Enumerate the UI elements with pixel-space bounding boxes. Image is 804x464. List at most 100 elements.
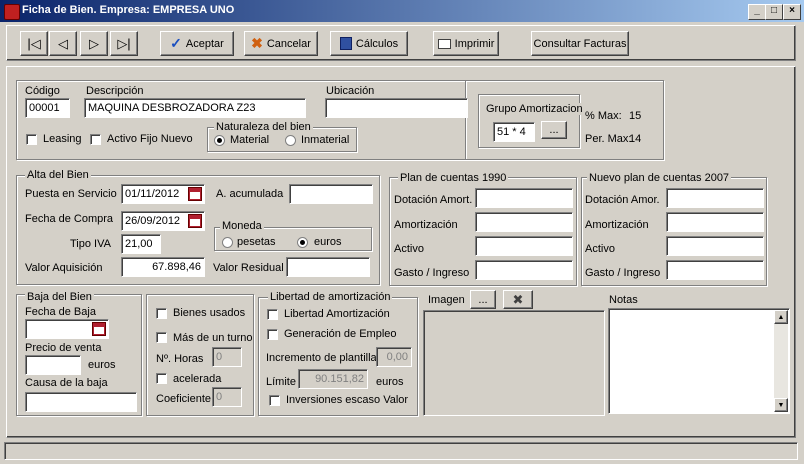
ubicacion-label: Ubicación	[326, 85, 375, 97]
bienes-usados-checkbox[interactable]	[156, 308, 167, 319]
notas-scroll-down[interactable]: ▼	[774, 398, 788, 412]
inmaterial-radio[interactable]	[285, 135, 296, 146]
activo-fijo-label: Activo Fijo Nuevo	[107, 133, 193, 145]
puesta-field[interactable]: 01/11/2012	[121, 184, 205, 204]
notas-textarea[interactable]	[608, 308, 790, 414]
compra-field[interactable]: 26/09/2012	[121, 211, 205, 231]
calendar-icon[interactable]	[92, 322, 106, 336]
material-radio[interactable]	[214, 135, 225, 146]
plan1990-gasto-label: Gasto / Ingreso	[394, 267, 470, 279]
grupo-title: Grupo Amortizacion	[484, 103, 585, 115]
plan2007-activo-field[interactable]	[666, 236, 764, 256]
alta-title: Alta del Bien	[25, 169, 91, 181]
calendar-icon[interactable]	[188, 187, 202, 201]
libertad-checkbox[interactable]	[267, 309, 278, 320]
printer-icon	[437, 38, 451, 49]
pmax-label: % Max:	[585, 110, 622, 122]
material-label: Material	[230, 134, 270, 146]
acelerada-checkbox[interactable]	[156, 373, 167, 384]
calculos-button[interactable]: Cálculos	[330, 31, 408, 56]
precio-euros-label: euros	[88, 359, 116, 371]
permax-label: Per. Max:	[585, 133, 632, 145]
horas-field[interactable]: 0	[212, 347, 242, 367]
imagen-clear-button[interactable]: ✖	[503, 290, 533, 309]
cancelar-button[interactable]: ✖ Cancelar	[244, 31, 318, 56]
precio-label: Precio de venta	[25, 342, 102, 354]
activo-fijo-checkbox[interactable]	[90, 134, 101, 145]
leasing-checkbox[interactable]	[26, 134, 37, 145]
moneda-title: Moneda	[220, 220, 264, 232]
plan2007-title: Nuevo plan de cuentas 2007	[587, 172, 732, 184]
valor-field[interactable]: 67.898,46	[121, 257, 205, 277]
cancelar-label: Cancelar	[266, 37, 311, 50]
close-button[interactable]: ×	[783, 4, 801, 20]
grupo-browse-button[interactable]: ...	[541, 121, 567, 139]
calculos-label: Cálculos	[355, 37, 399, 50]
residual-label: Valor Residual	[213, 262, 284, 274]
plan2007-gasto-label: Gasto / Ingreso	[585, 267, 661, 279]
plan1990-activo-field[interactable]	[475, 236, 573, 256]
puesta-value: 01/11/2012	[125, 188, 180, 200]
plan2007-gasto-field[interactable]	[666, 260, 764, 280]
codigo-field[interactable]: 00001	[25, 98, 70, 118]
check-icon: ✓	[170, 35, 182, 51]
plan2007-dotacion-field[interactable]	[666, 188, 764, 208]
inversiones-checkbox[interactable]	[269, 395, 280, 406]
descripcion-label: Descripción	[86, 85, 144, 97]
mas-turno-label: Más de un turno	[173, 332, 253, 344]
minimize-button[interactable]: _	[748, 4, 766, 20]
euros-label: euros	[314, 236, 342, 248]
bienes-usados-label: Bienes usados	[173, 307, 246, 319]
naturaleza-title: Naturaleza del bien	[214, 121, 313, 133]
imagen-frame[interactable]	[423, 310, 605, 416]
compra-label: Fecha de Compra	[25, 213, 114, 225]
plan2007-activo-label: Activo	[585, 243, 615, 255]
prev-record-button[interactable]: ◁	[49, 31, 77, 56]
mas-turno-checkbox[interactable]	[156, 332, 167, 343]
plan1990-amortizacion-field[interactable]	[475, 212, 573, 232]
last-record-button[interactable]: ▷|	[110, 31, 138, 56]
descripcion-field[interactable]: MAQUINA DESBROZADORA Z23	[84, 98, 306, 118]
plan1990-gasto-field[interactable]	[475, 260, 573, 280]
status-bar	[4, 442, 798, 460]
acelerada-label: acelerada	[173, 373, 222, 385]
calculator-icon	[339, 37, 352, 50]
ubicacion-field[interactable]	[325, 98, 468, 118]
euros-radio[interactable]	[297, 237, 308, 248]
limite-field[interactable]: 90.151,82	[298, 369, 368, 389]
maximize-button[interactable]: □	[765, 4, 783, 20]
first-icon: |◁	[27, 35, 41, 51]
coeficiente-field[interactable]: 0	[212, 387, 242, 407]
aceptar-button[interactable]: ✓ Aceptar	[160, 31, 234, 56]
horas-label: Nº. Horas	[156, 353, 204, 365]
next-record-button[interactable]: ▷	[80, 31, 108, 56]
imagen-browse-button[interactable]: ...	[470, 290, 496, 309]
incremento-field[interactable]: 0,00	[376, 347, 412, 367]
valor-label: Valor Aquisición	[25, 262, 103, 274]
causa-field[interactable]	[25, 392, 137, 412]
plan2007-dotacion-label: Dotación Amor.	[585, 194, 660, 206]
inmaterial-label: Inmaterial	[301, 134, 350, 146]
calendar-icon[interactable]	[188, 214, 202, 228]
pesetas-radio[interactable]	[222, 237, 233, 248]
imprimir-label: Imprimir	[454, 37, 495, 50]
iva-field[interactable]: 21,00	[121, 234, 161, 254]
notas-scrollbar[interactable]	[774, 310, 788, 412]
imprimir-button[interactable]: Imprimir	[433, 31, 499, 56]
last-icon: ▷|	[117, 35, 131, 51]
precio-field[interactable]	[25, 355, 81, 375]
plan2007-amortizacion-label: Amortización	[585, 219, 649, 231]
empleo-checkbox[interactable]	[267, 329, 278, 340]
consultar-facturas-button[interactable]: Consultar Facturas	[531, 31, 629, 56]
clear-icon: ✖	[512, 291, 524, 307]
residual-field[interactable]	[286, 257, 370, 277]
notas-scroll-up[interactable]: ▲	[774, 310, 788, 324]
plan2007-amortizacion-field[interactable]	[666, 212, 764, 232]
plan1990-dotacion-field[interactable]	[475, 188, 573, 208]
baja-fecha-field[interactable]	[25, 319, 109, 339]
grupo-field[interactable]: 51 * 4	[493, 122, 535, 142]
incremento-label: Incremento de plantilla	[266, 352, 377, 364]
first-record-button[interactable]: |◁	[20, 31, 48, 56]
pmax-value: 15	[629, 110, 642, 122]
acumulada-field[interactable]	[289, 184, 373, 204]
